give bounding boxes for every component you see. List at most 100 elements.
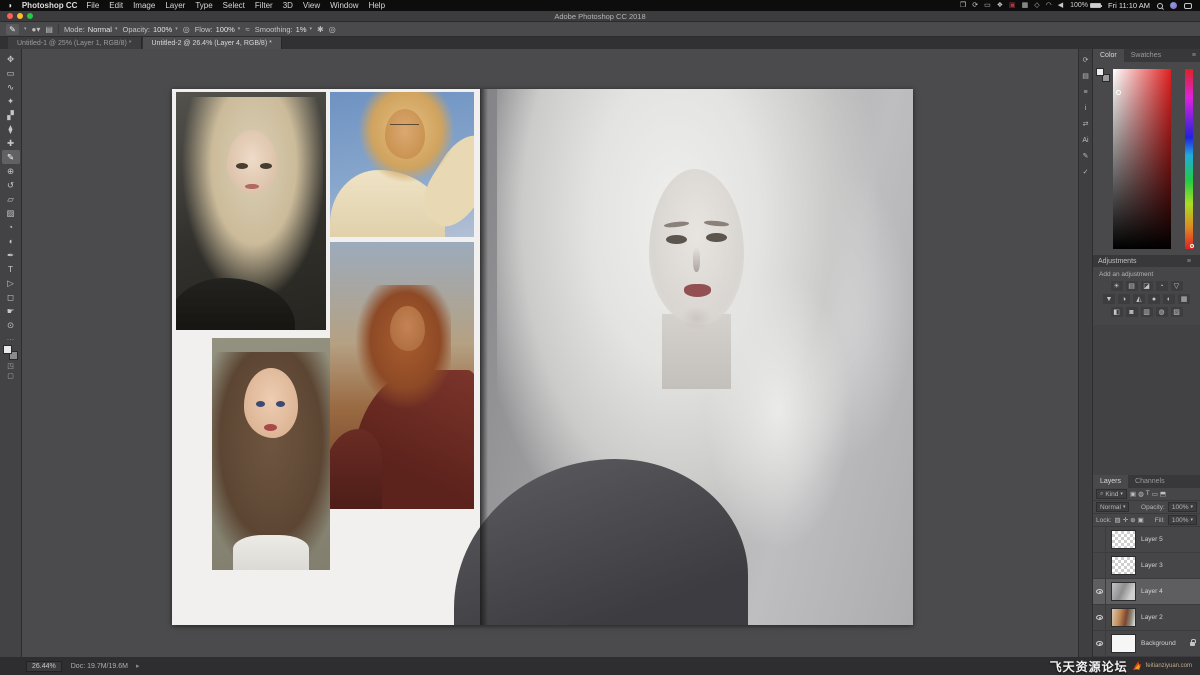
status-options-chevron-icon[interactable]: ▸ [136,662,140,670]
apple-menu-icon[interactable]: ◗ [8,1,13,10]
layer-visibility-eye-icon[interactable] [1093,631,1106,656]
tab-channels[interactable]: Channels [1128,475,1172,488]
magic-wand-tool[interactable]: ✦ [2,94,20,108]
snapshot-panel-icon[interactable]: ✓ [1083,169,1089,176]
exchange-panel-icon[interactable]: ⇄ [1083,121,1089,128]
info-panel-icon[interactable]: i [1085,105,1087,112]
blend-mode-dropdown[interactable]: Normal ▾ [1096,502,1130,512]
layer-row[interactable]: Background [1093,631,1200,657]
screen-mode-button[interactable]: ▢ [7,372,14,380]
adjustment-icon[interactable]: ▽ [1170,281,1183,291]
zoom-level-field[interactable]: 26.44% [26,660,62,672]
adjustment-icon[interactable]: ◍ [1155,307,1168,317]
fill-value[interactable]: 100% ▾ [1167,515,1197,525]
siri-icon[interactable] [1170,2,1177,9]
history-panel-icon[interactable]: ⟳ [1083,57,1089,64]
menu-filter[interactable]: Filter [255,1,273,10]
libraries-panel-icon[interactable]: ▤ [1082,73,1089,80]
lock-option-icon[interactable]: ▨ [1115,516,1121,524]
document-tab-untitled-2[interactable]: Untitled-2 @ 26.4% (Layer 4, RGB/8) * [142,37,282,49]
document-tab-untitled-1[interactable]: Untitled-1 @ 25% (Layer 1, RGB/8) * [8,37,142,49]
pressure-size-icon[interactable]: ◎ [329,25,336,34]
dodge-tool[interactable]: ◖ [2,234,20,248]
pressure-opacity-icon[interactable]: ◎ [183,25,190,34]
adjustment-icon[interactable]: ▼ [1103,294,1115,304]
layer-visibility-empty[interactable] [1093,553,1106,578]
clone-stamp-tool[interactable]: ⊕ [2,164,20,178]
smoothing-value[interactable]: 1% [296,25,307,34]
move-tool[interactable]: ✥ [2,52,20,66]
flow-value[interactable]: 100% [216,25,235,34]
brush-settings-panel-icon[interactable]: ✎ [1083,153,1089,160]
menu-clock[interactable]: Fri 11:10 AM [1108,1,1150,10]
edit-toolbar-icon[interactable]: … [7,333,15,342]
hue-slider[interactable] [1185,69,1193,249]
menu-layer[interactable]: Layer [165,1,185,10]
healing-brush-tool[interactable]: ✚ [2,136,20,150]
lock-option-icon[interactable]: ✛ [1123,516,1128,524]
pen-tool[interactable]: ✒ [2,248,20,262]
blur-tool[interactable]: ◔ [2,220,20,234]
adjustment-icon[interactable]: ◐ [1163,294,1175,304]
adjustment-icon[interactable]: ◪ [1140,281,1153,291]
panel-foreground-swatch[interactable] [1096,68,1104,76]
menu-edit[interactable]: Edit [109,1,123,10]
layer-row[interactable]: Layer 3 [1093,553,1200,579]
adjustment-icon[interactable]: ◔ [1155,281,1168,291]
menu-select[interactable]: Select [223,1,245,10]
type-tool[interactable]: T [2,262,20,276]
adjustments-menu-icon[interactable]: ≡ [1187,258,1195,265]
adobe-stock-panel-icon[interactable]: Ai [1082,137,1088,144]
menu-window[interactable]: Window [330,1,358,10]
battery-indicator[interactable]: 100% [1070,2,1103,9]
layer-filter-icon[interactable]: ▭ [1152,490,1158,498]
menu-view[interactable]: View [303,1,320,10]
adjustment-icon[interactable]: ◭ [1133,294,1145,304]
adjustment-icon[interactable]: ▤ [1125,281,1138,291]
layer-visibility-empty[interactable] [1093,527,1106,552]
color-picker-dot[interactable] [1116,90,1121,95]
adjustment-icon[interactable]: ◙ [1125,307,1138,317]
layer-row[interactable]: Layer 4 [1093,579,1200,605]
adjustment-icon[interactable]: ▥ [1140,307,1153,317]
adjustment-icon[interactable]: ◧ [1110,307,1123,317]
adjustment-icon[interactable]: ◑ [1118,294,1130,304]
tab-layers[interactable]: Layers [1093,475,1129,488]
foreground-color-swatch[interactable] [3,345,12,354]
brush-size-picker[interactable]: ●▾ [32,25,41,34]
menu-3d[interactable]: 3D [283,1,293,10]
marquee-tool[interactable]: ▭ [2,66,20,80]
opacity-value[interactable]: 100% [153,25,172,34]
hue-slider-marker[interactable] [1190,244,1194,248]
menu-type[interactable]: Type [195,1,212,10]
crop-tool[interactable]: ▞ [2,108,20,122]
adjustment-icon[interactable]: ● [1148,294,1160,304]
sync-icon[interactable]: ⟳ [972,2,978,9]
bluetooth-icon[interactable]: ◇ [1034,2,1039,9]
tab-swatches[interactable]: Swatches [1124,49,1168,62]
layer-opacity-value[interactable]: 100% ▾ [1167,502,1197,512]
menu-file[interactable]: File [86,1,99,10]
path-selection-tool[interactable]: ▷ [2,276,20,290]
gradient-tool[interactable]: ▨ [2,206,20,220]
saturation-brightness-field[interactable] [1113,69,1171,249]
menu-help[interactable]: Help [369,1,385,10]
lock-option-icon[interactable]: ▣ [1138,516,1144,524]
adjustment-icon[interactable]: ▦ [1178,294,1190,304]
layer-filter-icon[interactable]: ◍ [1138,490,1144,498]
canvas-workspace[interactable] [22,49,1078,657]
history-brush-tool[interactable]: ↺ [2,178,20,192]
airbrush-icon[interactable]: ≈ [245,25,249,34]
lock-option-icon[interactable]: ⊕ [1130,516,1135,524]
hand-tool[interactable]: ☛ [2,304,20,318]
adjustment-icon[interactable]: ▨ [1170,307,1183,317]
keyboard-icon[interactable]: ▦ [1022,2,1029,9]
eraser-tool[interactable]: ▱ [2,192,20,206]
dropbox-icon[interactable]: ❖ [997,2,1003,9]
eyedropper-tool[interactable]: ⧫ [2,122,20,136]
wifi-icon[interactable]: ◠ [1046,2,1052,9]
menu-app-name[interactable]: Photoshop CC [22,1,78,10]
properties-panel-icon[interactable]: ≡ [1083,89,1087,96]
brush-tool[interactable]: ✎ [1,150,20,164]
layer-row[interactable]: Layer 5 [1093,527,1200,553]
